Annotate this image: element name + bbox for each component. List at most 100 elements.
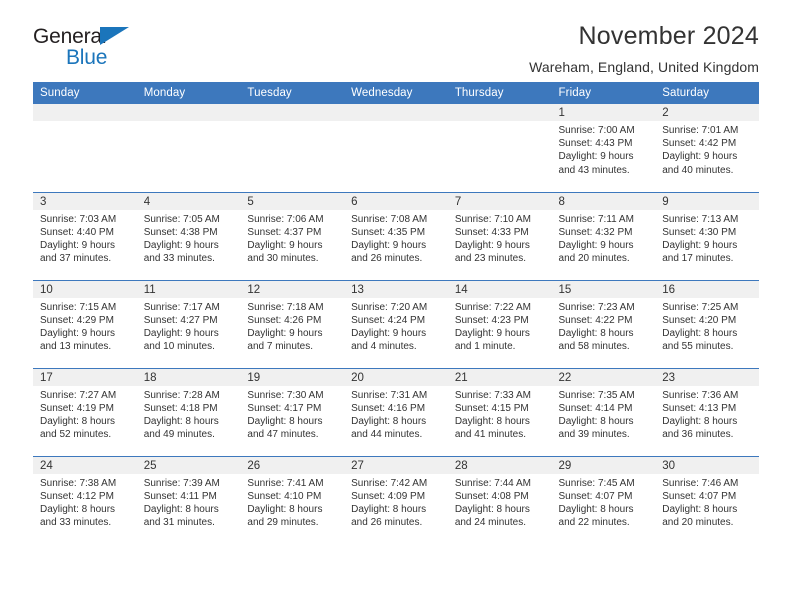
weekday-header-monday: Monday	[136, 82, 241, 104]
calendar-day-cell[interactable]: 24 Sunrise: 7:38 AM Sunset: 4:12 PM Dayligh…	[33, 455, 137, 545]
day-number: 5	[240, 192, 345, 210]
sunset-time: Sunset: 4:08 PM	[454, 490, 529, 502]
calendar-day-cell[interactable]: 15 Sunrise: 7:23 AM Sunset: 4:22 PM Dayligh…	[551, 279, 656, 368]
daylight-duration-line2: and 49 minutes.	[143, 429, 215, 441]
daylight-duration-line2: and 58 minutes.	[558, 341, 630, 353]
calendar-day-cell[interactable]: 4 Sunrise: 7:05 AM Sunset: 4:38 PM Daylight…	[136, 191, 241, 280]
calendar-cell-empty	[136, 104, 241, 192]
day-number: 1	[551, 104, 656, 121]
day-details: Sunrise: 7:36 AM Sunset: 4:13 PM Daylight:…	[655, 386, 759, 442]
sunset-time: Sunset: 4:22 PM	[558, 314, 633, 326]
day-details: Sunrise: 7:45 AM Sunset: 4:07 PM Daylight:…	[552, 474, 656, 530]
daylight-duration-line1: Daylight: 9 hours	[662, 239, 738, 251]
day-cell-inner: 10 Sunrise: 7:15 AM Sunset: 4:29 PM Dayligh…	[33, 280, 137, 368]
day-cell-inner: 12 Sunrise: 7:18 AM Sunset: 4:26 PM Dayligh…	[240, 280, 345, 368]
daylight-duration-line2: and 26 minutes.	[351, 517, 423, 529]
day-number: 23	[655, 368, 759, 386]
calendar-week-row: 24 Sunrise: 7:38 AM Sunset: 4:12 PM Dayligh…	[33, 455, 759, 545]
day-cell-inner: 18 Sunrise: 7:28 AM Sunset: 4:18 PM Dayligh…	[136, 368, 241, 456]
calendar-day-cell[interactable]: 30 Sunrise: 7:46 AM Sunset: 4:07 PM Dayligh…	[655, 455, 759, 544]
calendar-day-cell[interactable]: 12 Sunrise: 7:18 AM Sunset: 4:26 PM Dayligh…	[240, 279, 345, 368]
day-details: Sunrise: 7:33 AM Sunset: 4:15 PM Daylight:…	[448, 386, 552, 442]
calendar-cell-empty	[344, 104, 448, 192]
daylight-duration-line2: and 43 minutes.	[558, 164, 630, 176]
calendar-day-cell[interactable]: 5 Sunrise: 7:06 AM Sunset: 4:37 PM Daylight…	[240, 191, 345, 280]
calendar-day-cell[interactable]: 13 Sunrise: 7:20 AM Sunset: 4:24 PM Dayligh…	[344, 279, 448, 368]
day-details: Sunrise: 7:35 AM Sunset: 4:14 PM Daylight:…	[552, 386, 656, 442]
sunset-time: Sunset: 4:07 PM	[558, 490, 633, 502]
weekday-header-thursday: Thursday	[447, 82, 552, 104]
calendar-day-cell[interactable]: 2 Sunrise: 7:01 AM Sunset: 4:42 PM Daylight…	[655, 104, 759, 192]
day-cell-inner	[136, 104, 241, 192]
weekday-header-row: Sunday Monday Tuesday Wednesday Thursday…	[33, 82, 759, 104]
daylight-duration-line2: and 31 minutes.	[143, 517, 215, 529]
calendar-day-cell[interactable]: 9 Sunrise: 7:13 AM Sunset: 4:30 PM Daylight…	[655, 191, 759, 280]
day-number: 13	[344, 280, 448, 298]
day-cell-inner	[344, 104, 448, 192]
calendar-day-cell[interactable]: 16 Sunrise: 7:25 AM Sunset: 4:20 PM Dayligh…	[655, 279, 759, 368]
weekday-header-friday: Friday	[551, 82, 656, 104]
day-cell-inner: 22 Sunrise: 7:35 AM Sunset: 4:14 PM Dayligh…	[551, 368, 656, 456]
day-details: Sunrise: 7:39 AM Sunset: 4:11 PM Daylight:…	[137, 474, 241, 530]
day-number: 28	[447, 456, 552, 474]
daylight-duration-line1: Daylight: 8 hours	[351, 415, 427, 427]
calendar-day-cell[interactable]: 18 Sunrise: 7:28 AM Sunset: 4:18 PM Dayligh…	[136, 367, 241, 456]
calendar-day-cell[interactable]: 10 Sunrise: 7:15 AM Sunset: 4:29 PM Dayligh…	[33, 279, 137, 368]
calendar-day-cell[interactable]: 17 Sunrise: 7:27 AM Sunset: 4:19 PM Dayligh…	[33, 367, 137, 456]
calendar-week-row: 17 Sunrise: 7:27 AM Sunset: 4:19 PM Dayligh…	[33, 367, 759, 456]
sunset-time: Sunset: 4:26 PM	[247, 314, 322, 326]
calendar-week-row: 10 Sunrise: 7:15 AM Sunset: 4:29 PM Dayligh…	[33, 279, 759, 368]
sunset-time: Sunset: 4:40 PM	[40, 226, 114, 238]
day-number: 6	[344, 192, 448, 210]
calendar-day-cell[interactable]: 28 Sunrise: 7:44 AM Sunset: 4:08 PM Dayligh…	[447, 455, 552, 544]
day-cell-inner: 5 Sunrise: 7:06 AM Sunset: 4:37 PM Daylight…	[240, 192, 345, 280]
calendar-day-cell[interactable]: 3 Sunrise: 7:03 AM Sunset: 4:40 PM Daylight…	[33, 191, 137, 280]
calendar-day-cell[interactable]: 11 Sunrise: 7:17 AM Sunset: 4:27 PM Dayligh…	[136, 279, 241, 368]
day-cell-inner	[33, 104, 137, 192]
day-cell-inner: 13 Sunrise: 7:20 AM Sunset: 4:24 PM Dayligh…	[344, 280, 448, 368]
calendar-day-cell[interactable]: 14 Sunrise: 7:22 AM Sunset: 4:23 PM Dayligh…	[447, 279, 552, 368]
calendar-day-cell[interactable]: 20 Sunrise: 7:31 AM Sunset: 4:16 PM Dayligh…	[344, 367, 448, 456]
daylight-duration-line1: Daylight: 8 hours	[143, 503, 219, 515]
calendar-day-cell[interactable]: 8 Sunrise: 7:11 AM Sunset: 4:32 PM Daylight…	[551, 191, 656, 280]
calendar-day-cell[interactable]: 23 Sunrise: 7:36 AM Sunset: 4:13 PM Dayligh…	[655, 367, 759, 456]
daylight-duration-line2: and 40 minutes.	[662, 164, 734, 176]
calendar-day-cell[interactable]: 6 Sunrise: 7:08 AM Sunset: 4:35 PM Daylight…	[344, 191, 448, 280]
calendar-day-cell[interactable]: 19 Sunrise: 7:30 AM Sunset: 4:17 PM Dayligh…	[240, 367, 345, 456]
daylight-duration-line1: Daylight: 8 hours	[454, 503, 530, 515]
calendar-body: 1 Sunrise: 7:00 AM Sunset: 4:43 PM Daylight…	[33, 104, 759, 544]
sunset-time: Sunset: 4:13 PM	[662, 402, 737, 414]
day-details: Sunrise: 7:20 AM Sunset: 4:24 PM Daylight:…	[344, 298, 448, 354]
daylight-duration-line2: and 26 minutes.	[351, 253, 423, 265]
day-number: 8	[551, 192, 656, 210]
day-cell-inner: 29 Sunrise: 7:45 AM Sunset: 4:07 PM Dayligh…	[551, 456, 656, 545]
day-number: 22	[551, 368, 656, 386]
day-cell-inner: 11 Sunrise: 7:17 AM Sunset: 4:27 PM Dayligh…	[136, 280, 241, 368]
day-cell-inner: 25 Sunrise: 7:39 AM Sunset: 4:11 PM Dayligh…	[136, 456, 241, 545]
daylight-duration-line2: and 47 minutes.	[247, 429, 319, 441]
calendar-day-cell[interactable]: 1 Sunrise: 7:00 AM Sunset: 4:43 PM Daylight…	[551, 104, 656, 192]
calendar-day-cell[interactable]: 29 Sunrise: 7:45 AM Sunset: 4:07 PM Dayligh…	[551, 455, 656, 545]
sunrise-time: Sunrise: 7:11 AM	[558, 213, 634, 225]
daylight-duration-line1: Daylight: 9 hours	[558, 151, 634, 163]
calendar-day-cell[interactable]: 25 Sunrise: 7:39 AM Sunset: 4:11 PM Dayligh…	[136, 455, 241, 545]
calendar-day-cell[interactable]: 26 Sunrise: 7:41 AM Sunset: 4:10 PM Dayligh…	[240, 455, 345, 544]
daylight-duration-line1: Daylight: 8 hours	[351, 503, 427, 515]
day-cell-inner: 2 Sunrise: 7:01 AM Sunset: 4:42 PM Daylight…	[655, 104, 759, 192]
calendar-day-cell[interactable]: 7 Sunrise: 7:10 AM Sunset: 4:33 PM Daylight…	[447, 191, 552, 280]
daylight-duration-line2: and 41 minutes.	[454, 429, 526, 441]
calendar-day-cell[interactable]: 21 Sunrise: 7:33 AM Sunset: 4:15 PM Dayligh…	[447, 367, 552, 456]
daylight-duration-line1: Daylight: 9 hours	[351, 327, 427, 339]
day-number: 18	[136, 368, 241, 386]
day-cell-inner: 24 Sunrise: 7:38 AM Sunset: 4:12 PM Dayligh…	[33, 456, 137, 545]
calendar-day-cell[interactable]: 22 Sunrise: 7:35 AM Sunset: 4:14 PM Dayligh…	[551, 367, 656, 456]
generalblue-logo[interactable]: General Blue	[33, 26, 233, 74]
sunset-time: Sunset: 4:18 PM	[143, 402, 218, 414]
day-cell-inner: 27 Sunrise: 7:42 AM Sunset: 4:09 PM Dayligh…	[344, 456, 448, 545]
sunset-time: Sunset: 4:15 PM	[454, 402, 529, 414]
day-cell-inner: 23 Sunrise: 7:36 AM Sunset: 4:13 PM Dayligh…	[655, 368, 759, 456]
day-number	[240, 104, 345, 121]
day-cell-inner: 6 Sunrise: 7:08 AM Sunset: 4:35 PM Daylight…	[344, 192, 448, 280]
calendar-day-cell[interactable]: 27 Sunrise: 7:42 AM Sunset: 4:09 PM Dayligh…	[344, 455, 448, 545]
sunrise-time: Sunrise: 7:41 AM	[247, 477, 324, 489]
